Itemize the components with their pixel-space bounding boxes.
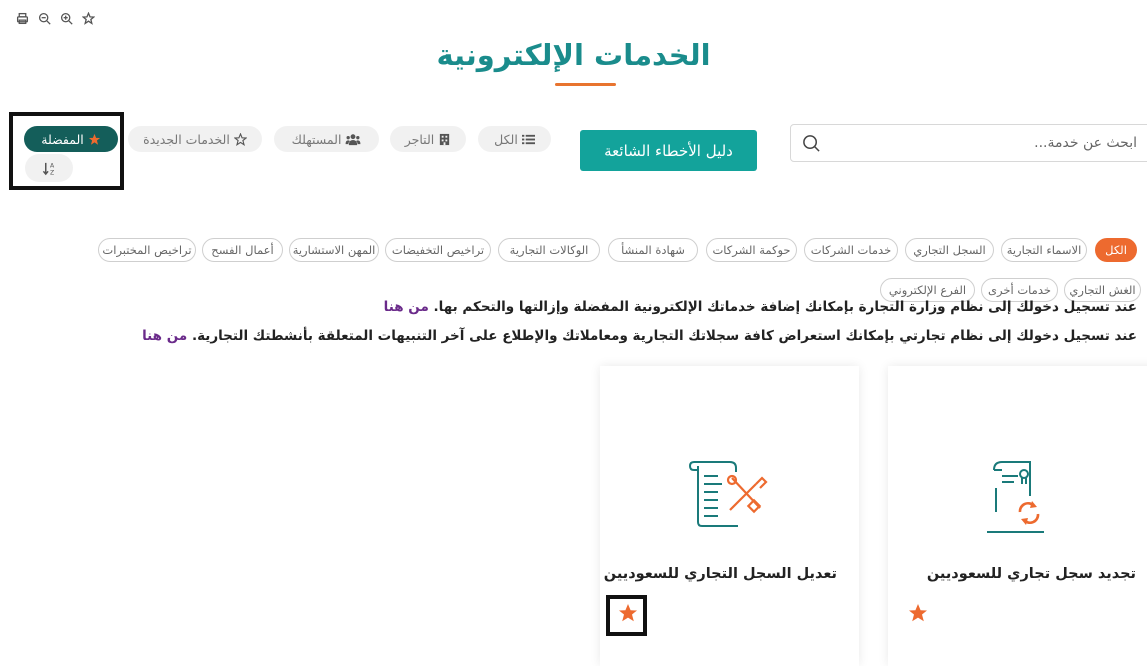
filter-all-label: الكل (494, 131, 518, 147)
star-filled-icon (88, 133, 100, 145)
info-line-tijarati-link[interactable]: من هنا (142, 328, 187, 344)
sort-alpha-icon: A Z (42, 162, 54, 176)
sort-button[interactable]: A Z (25, 154, 73, 182)
category-chip-company-services[interactable]: خدمات الشركات (804, 238, 898, 262)
info-line-favorites-text: عند تسجيل دخولك إلى نظام وزارة التجارة ب… (433, 299, 1137, 315)
category-chip-commercial-agencies[interactable]: الوكالات التجارية (498, 238, 600, 262)
users-icon (346, 133, 361, 145)
star-outline-icon[interactable] (80, 10, 96, 26)
zoom-out-icon[interactable] (36, 10, 52, 26)
info-line-favorites-link[interactable]: من هنا (384, 299, 429, 315)
svg-text:A: A (49, 162, 54, 169)
search-icon[interactable] (802, 134, 821, 153)
svg-text:Z: Z (49, 169, 53, 175)
errors-guide-button[interactable]: دليل الأخطاء الشائعة (580, 130, 757, 171)
category-chip-certificate-of-origin[interactable]: شهادة المنشأ (608, 238, 698, 262)
filter-favorites-button[interactable]: المفضلة (24, 126, 118, 152)
filter-merchant-button[interactable]: التاجر (390, 126, 466, 152)
service-card-title: تعديل السجل التجاري للسعوديين (603, 566, 837, 582)
category-chip-consulting-professions[interactable]: المهن الاستشارية (289, 238, 379, 262)
category-chip-trade-names[interactable]: الاسماء التجارية (1001, 238, 1087, 262)
category-chip-discount-licenses[interactable]: تراخيص التخفيضات (385, 238, 491, 262)
search-input[interactable] (835, 125, 1145, 161)
list-icon (521, 134, 535, 144)
filter-new-services-label: الخدمات الجديدة (143, 131, 230, 147)
filter-consumer-label: المستهلك (291, 131, 342, 147)
star-outline-icon (233, 132, 247, 146)
search-box (790, 124, 1147, 162)
edit-document-tools-icon (688, 461, 768, 527)
filter-consumer-button[interactable]: المستهلك (274, 126, 379, 152)
favorite-star-icon[interactable] (908, 603, 928, 623)
toolbar (14, 10, 96, 26)
filter-merchant-label: التاجر (404, 131, 435, 147)
service-card-modify[interactable]: تعديل السجل التجاري للسعوديين (600, 366, 859, 666)
category-chip-commercial-register[interactable]: السجل التجاري (905, 238, 994, 262)
service-card-title: تجديد سجل تجاري للسعوديين (926, 566, 1136, 582)
info-line-favorites: عند تسجيل دخولك إلى نظام وزارة التجارة ب… (384, 299, 1137, 315)
filter-all-button[interactable]: الكل (478, 126, 551, 152)
category-chip-lab-licenses[interactable]: تراخيص المختبرات (98, 238, 196, 262)
renew-document-icon (987, 461, 1044, 533)
favorite-star-icon[interactable] (618, 603, 638, 623)
zoom-in-icon[interactable] (58, 10, 74, 26)
category-chip-all[interactable]: الكل (1095, 238, 1137, 262)
service-card-renew[interactable]: تجديد سجل تجاري للسعوديين (888, 366, 1147, 666)
filter-new-services-button[interactable]: الخدمات الجديدة (128, 126, 262, 152)
page-title: الخدمات الإلكترونية (436, 38, 711, 72)
building-icon (440, 133, 450, 145)
title-underline (555, 83, 616, 86)
category-chip-corporate-governance[interactable]: حوكمة الشركات (706, 238, 797, 262)
info-line-tijarati-text: عند تسجيل دخولك إلى نظام تجارتي بإمكانك … (191, 328, 1137, 344)
filter-favorites-label: المفضلة (41, 131, 84, 147)
info-line-tijarati: عند تسجيل دخولك إلى نظام تجارتي بإمكانك … (142, 328, 1137, 344)
category-chip-clearance-works[interactable]: أعمال الفسح (202, 238, 283, 262)
print-icon[interactable] (14, 10, 30, 26)
